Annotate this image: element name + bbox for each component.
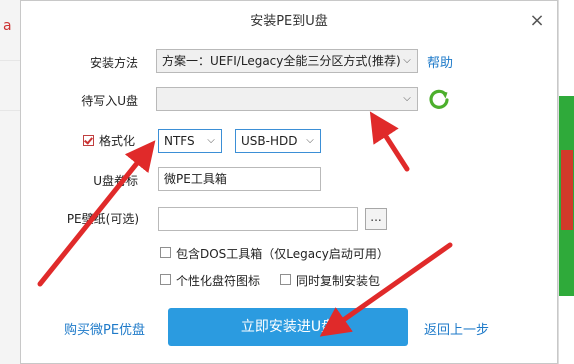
close-button[interactable]: × xyxy=(529,12,545,30)
chevron-down-icon: ⌵ xyxy=(207,135,215,146)
refresh-icon[interactable] xyxy=(428,88,450,110)
copy-package-checkbox[interactable] xyxy=(280,274,291,285)
method-select[interactable]: 方案一：UEFI/Legacy全能三分区方式(推荐) ⌵ xyxy=(156,49,418,73)
back-link[interactable]: 返回上一步 xyxy=(424,319,489,338)
copy-package-label: 同时复制安装包 xyxy=(296,274,381,288)
background-red-shape xyxy=(561,150,573,230)
target-usb-label: 待写入U盘 xyxy=(81,94,138,108)
dos-toolbox-label: 包含DOS工具箱（仅Legacy启动可用） xyxy=(176,247,389,261)
help-link[interactable]: 帮助 xyxy=(427,52,453,71)
wallpaper-label: PE壁纸(可选) xyxy=(66,212,139,226)
method-select-value: 方案一：UEFI/Legacy全能三分区方式(推荐) xyxy=(162,54,401,68)
format-checkbox[interactable] xyxy=(83,135,94,146)
dialog-title: 安装PE到U盘 xyxy=(250,14,328,29)
filesystem-select[interactable]: NTFS ⌵ xyxy=(158,129,222,153)
browse-button[interactable]: ... xyxy=(365,208,387,230)
buy-usb-link[interactable]: 购买微PE优盘 xyxy=(64,319,145,338)
custom-icon-label: 个性化盘符图标 xyxy=(176,274,261,288)
usb-mode-select[interactable]: USB-HDD ⌵ xyxy=(235,129,321,153)
dos-toolbox-checkbox[interactable] xyxy=(160,247,171,258)
format-label: 格式化 xyxy=(99,134,136,148)
chevron-down-icon: ⌵ xyxy=(403,55,411,66)
background-text: a xyxy=(3,18,12,34)
install-button[interactable]: 立即安装进U盘 xyxy=(168,308,408,346)
background-window-right xyxy=(558,0,574,364)
custom-icon-checkbox[interactable] xyxy=(160,274,171,285)
volume-label-input[interactable]: 微PE工具箱 xyxy=(158,167,321,191)
chevron-down-icon: ⌵ xyxy=(403,93,411,104)
chevron-down-icon: ⌵ xyxy=(306,135,314,146)
wallpaper-input[interactable] xyxy=(158,207,358,231)
install-pe-dialog: 安装PE到U盘 × 安装方法 方案一：UEFI/Legacy全能三分区方式(推荐… xyxy=(20,0,558,364)
method-label: 安装方法 xyxy=(89,56,138,70)
volume-label: U盘卷标 xyxy=(93,174,138,188)
target-usb-select[interactable]: ⌵ xyxy=(156,87,418,111)
